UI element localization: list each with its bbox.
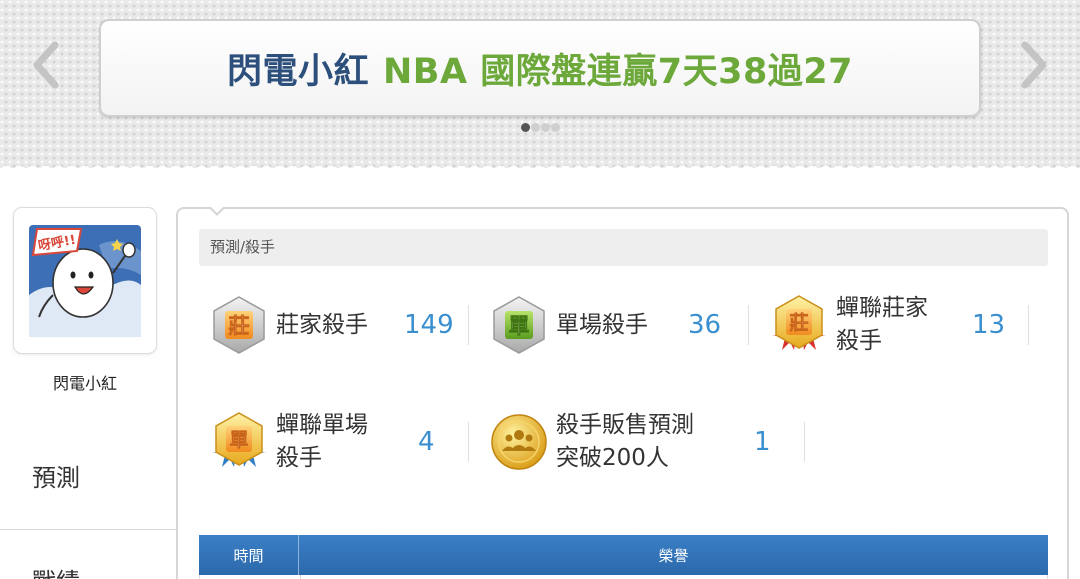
carousel-dot[interactable]: [531, 123, 540, 132]
side-nav-divider: [0, 529, 176, 530]
silver-badge-icon: 莊: [213, 296, 265, 354]
carousel-dot[interactable]: [551, 123, 560, 132]
stat-consecutive-single-killer[interactable]: 單 蟬聯單場 殺手 4: [208, 412, 468, 472]
stat-single-killer[interactable]: 單 單場殺手 36: [488, 295, 748, 355]
banner-name: 閃電小紅: [226, 51, 369, 92]
stat-label-line: 殺手: [276, 445, 322, 471]
stat-divider: [748, 305, 749, 345]
stat-count: 149: [404, 310, 454, 340]
panel-pointer: [208, 206, 226, 216]
carousel-dot[interactable]: [541, 123, 550, 132]
stat-label-line: 突破200人: [556, 445, 669, 471]
column-header-honor[interactable]: 榮譽: [299, 535, 1048, 575]
gold-coin-people-icon: [491, 414, 547, 470]
stat-label-line: 殺手: [836, 328, 882, 354]
username: 閃電小紅: [52, 374, 117, 393]
stat-sales-200[interactable]: 殺手販售預測 突破200人 1: [488, 412, 788, 472]
column-header-time[interactable]: 時間: [199, 535, 299, 575]
stat-divider: [1028, 305, 1029, 345]
stat-label: 蟬聯單場 殺手: [276, 409, 368, 475]
banner-headline: NBA 國際盤連贏7天38過27: [383, 51, 854, 92]
stat-label: 單場殺手: [556, 309, 648, 342]
stat-banker-killer[interactable]: 莊 莊家殺手 149: [208, 295, 468, 355]
stat-count: 4: [418, 427, 435, 457]
honor-table-header: 時間 榮譽: [199, 535, 1048, 575]
side-nav-predict[interactable]: 預測: [0, 458, 176, 493]
avatar-card[interactable]: 呀呼!!: [13, 207, 157, 354]
stat-label: 殺手販售預測 突破200人: [556, 409, 694, 475]
carousel-next-button[interactable]: [1014, 40, 1054, 90]
carousel-prev-button[interactable]: [26, 40, 66, 90]
stat-count: 1: [754, 427, 771, 457]
badge-char: 單: [229, 429, 248, 451]
badge-char: 莊: [229, 314, 250, 338]
stat-consecutive-banker-killer[interactable]: 莊 蟬聯莊家 殺手 13: [768, 295, 1028, 355]
stat-label: 莊家殺手: [276, 309, 368, 342]
stat-label-line: 殺手販售預測: [556, 412, 694, 438]
carousel-dot[interactable]: [521, 123, 530, 132]
stat-label-line: 單場殺手: [556, 311, 648, 338]
banner-slide[interactable]: 閃電小紅 NBA 國際盤連贏7天38過27: [99, 19, 981, 117]
badge-char: 莊: [789, 312, 808, 334]
gold-ribbon-badge-icon: 單: [212, 412, 266, 467]
stat-label-line: 莊家殺手: [276, 311, 368, 338]
banner-carousel: 閃電小紅 NBA 國際盤連贏7天38過27: [0, 0, 1080, 172]
chevron-right-icon: [1021, 41, 1047, 89]
banner-scalloped-edge: [0, 150, 1080, 172]
avatar: 呀呼!!: [29, 224, 141, 337]
stat-divider: [468, 422, 469, 462]
stat-count: 36: [688, 310, 722, 340]
side-nav-record[interactable]: 戰績: [0, 562, 176, 579]
section-title: 預測/殺手: [199, 229, 1048, 266]
green-badge-icon: 單: [493, 296, 545, 354]
stat-divider: [804, 422, 805, 462]
table-row: [199, 575, 1048, 579]
carousel-dots: [521, 123, 560, 132]
badge-char: 單: [509, 314, 530, 338]
gold-ribbon-badge-icon: 莊: [772, 295, 826, 350]
stat-label: 蟬聯莊家 殺手: [836, 292, 928, 358]
chevron-left-icon: [33, 41, 59, 89]
stat-count: 13: [972, 310, 1006, 340]
killer-stats-panel: 預測/殺手 莊 莊家殺手 149 單 單場殺手 36 莊 蟬聯莊家 殺手 13 …: [176, 206, 1069, 579]
stat-divider: [468, 305, 469, 345]
table-cell-divider: [300, 575, 301, 579]
stat-label-line: 蟬聯莊家: [836, 295, 928, 321]
stat-label-line: 蟬聯單場: [276, 412, 368, 438]
